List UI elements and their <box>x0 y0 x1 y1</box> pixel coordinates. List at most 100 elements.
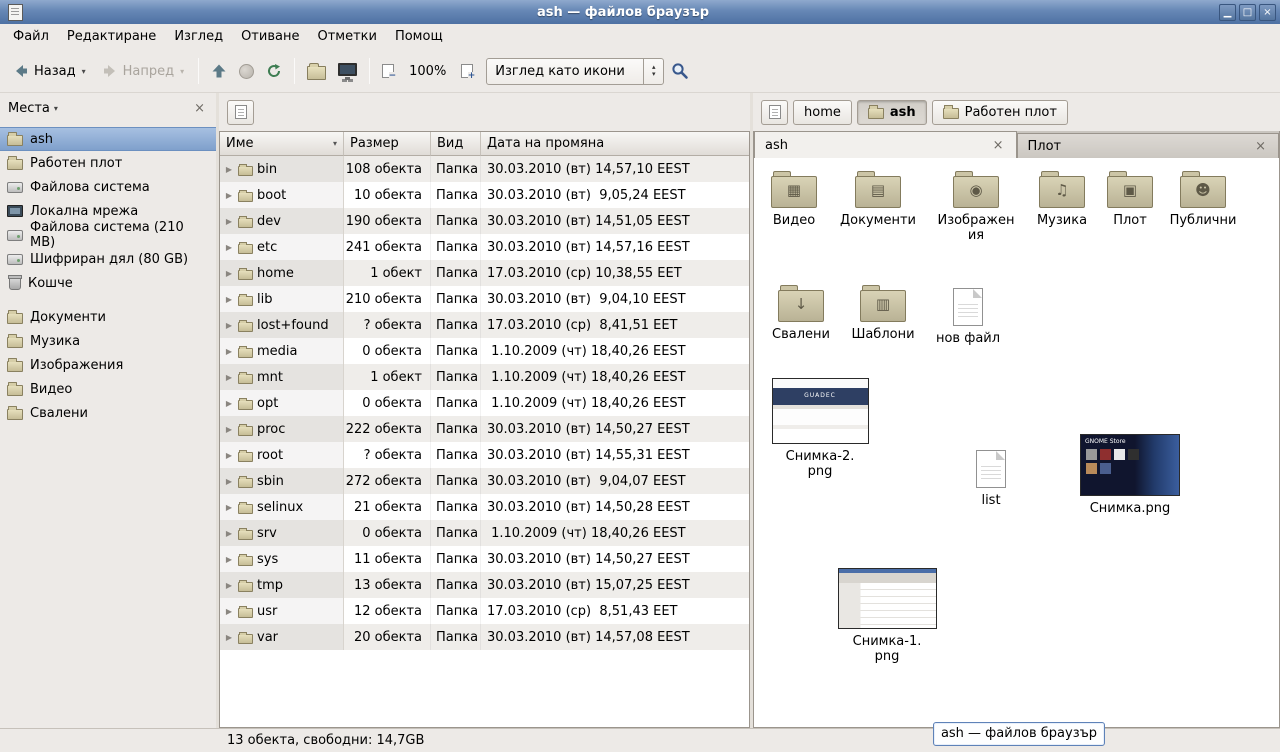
reload-button[interactable] <box>261 59 287 83</box>
tree-row[interactable]: ▶media0 обектаПапка 1.10.2009 (чт) 18,40… <box>220 338 749 364</box>
expander-icon[interactable]: ▶ <box>224 243 234 252</box>
tree-row[interactable]: ▶home1 обектПапка17.03.2010 (ср) 10,38,5… <box>220 260 749 286</box>
sidebar-item-trash[interactable]: Кошче <box>0 271 216 295</box>
expander-icon[interactable]: ▶ <box>224 295 234 304</box>
sidebar-item-documents[interactable]: Документи <box>0 305 216 329</box>
icon-snimka-png[interactable]: GNOME StoreСнимка.png <box>1075 434 1185 516</box>
tree-row[interactable]: ▶lost+found? обектаПапка17.03.2010 (ср) … <box>220 312 749 338</box>
icon-new-file[interactable]: нов файл <box>923 284 1013 346</box>
tab-close-button[interactable]: × <box>991 138 1006 153</box>
icon-documents[interactable]: ▤Документи <box>833 170 923 228</box>
icon-snimka-2-png[interactable]: GUADECСнимка-2.png <box>765 378 875 479</box>
computer-button[interactable] <box>333 59 362 83</box>
sidebar-item-encrypted-80[interactable]: Шифриран дял (80 GB) <box>0 247 216 271</box>
icon-downloads[interactable]: ↓Свалени <box>756 284 846 342</box>
location-toggle-button-left[interactable] <box>227 100 254 125</box>
icon-list[interactable]: list <box>946 446 1036 508</box>
view-mode-dropdown[interactable]: Изглед като икони ▴▾ <box>486 58 664 85</box>
sidebar-pane-selector[interactable]: Места ▾ <box>8 101 58 116</box>
menu-item-view[interactable]: Изглед <box>165 24 232 50</box>
icon-templates[interactable]: ▥Шаблони <box>838 284 928 342</box>
sidebar-item-pictures[interactable]: Изображения <box>0 353 216 377</box>
zoom-in-button[interactable]: + <box>456 60 478 82</box>
tree-row[interactable]: ▶sys11 обектаПапка30.03.2010 (вт) 14,50,… <box>220 546 749 572</box>
sidebar-item-desktop[interactable]: Работен плот <box>0 151 216 175</box>
icon-desktop[interactable]: ▣Плот <box>1095 170 1165 228</box>
expander-icon[interactable]: ▶ <box>224 399 234 408</box>
expander-icon[interactable]: ▶ <box>224 373 234 382</box>
sidebar-item-video[interactable]: Видео <box>0 377 216 401</box>
icon-snimka-1-png[interactable]: Снимка-1.png <box>832 568 942 664</box>
menu-item-file[interactable]: Файл <box>4 24 58 50</box>
tree-row[interactable]: ▶opt0 обектаПапка 1.10.2009 (чт) 18,40,2… <box>220 390 749 416</box>
stop-button[interactable] <box>234 60 259 83</box>
sidebar-item-downloads[interactable]: Свалени <box>0 401 216 425</box>
path-button-desktop[interactable]: Работен плот <box>932 100 1068 125</box>
menu-item-help[interactable]: Помощ <box>386 24 452 50</box>
expander-icon[interactable]: ▶ <box>224 451 234 460</box>
view-mode-stepper[interactable]: ▴▾ <box>643 59 663 84</box>
tree-row[interactable]: ▶lib210 обектаПапка30.03.2010 (вт) 9,04,… <box>220 286 749 312</box>
forward-dropdown-arrow[interactable]: ▾ <box>180 67 184 76</box>
tree-row[interactable]: ▶mnt1 обектПапка 1.10.2009 (чт) 18,40,26… <box>220 364 749 390</box>
expander-icon[interactable]: ▶ <box>224 529 234 538</box>
expander-icon[interactable]: ▶ <box>224 347 234 356</box>
expander-icon[interactable]: ▶ <box>224 633 234 642</box>
tree-row[interactable]: ▶proc222 обектаПапка30.03.2010 (вт) 14,5… <box>220 416 749 442</box>
tab-close-button[interactable]: × <box>1253 139 1268 154</box>
home-button[interactable] <box>302 58 331 84</box>
tree-row[interactable]: ▶bin108 обектаПапка30.03.2010 (вт) 14,57… <box>220 156 749 182</box>
tree-row[interactable]: ▶sbin272 обектаПапка30.03.2010 (вт) 9,04… <box>220 468 749 494</box>
column-header-size[interactable]: Размер <box>344 132 431 156</box>
tree-row[interactable]: ▶usr12 обектаПапка17.03.2010 (ср) 8,51,4… <box>220 598 749 624</box>
tab-ash[interactable]: ash× <box>754 131 1017 158</box>
tab-plot[interactable]: Плот× <box>1017 133 1280 158</box>
tree-row[interactable]: ▶dev190 обектаПапка30.03.2010 (вт) 14,51… <box>220 208 749 234</box>
tree-row[interactable]: ▶boot10 обектаПапка30.03.2010 (вт) 9,05,… <box>220 182 749 208</box>
tree-row[interactable]: ▶selinux21 обектаПапка30.03.2010 (вт) 14… <box>220 494 749 520</box>
sidebar-close-button[interactable]: × <box>191 101 208 116</box>
back-dropdown-arrow[interactable]: ▾ <box>82 67 86 76</box>
location-toggle-button-right[interactable] <box>761 100 788 125</box>
expander-icon[interactable]: ▶ <box>224 503 234 512</box>
expander-icon[interactable]: ▶ <box>224 321 234 330</box>
expander-icon[interactable]: ▶ <box>224 191 234 200</box>
sidebar-item-ash[interactable]: ash <box>0 127 216 151</box>
expander-icon[interactable]: ▶ <box>224 581 234 590</box>
path-button-home[interactable]: home <box>793 100 852 125</box>
search-button[interactable] <box>666 58 694 84</box>
expander-icon[interactable]: ▶ <box>224 269 234 278</box>
expander-icon[interactable]: ▶ <box>224 477 234 486</box>
tree-row[interactable]: ▶etc241 обектаПапка30.03.2010 (вт) 14,57… <box>220 234 749 260</box>
icon-video[interactable]: ▦Видео <box>753 170 839 228</box>
expander-icon[interactable]: ▶ <box>224 555 234 564</box>
taskbar-window-button[interactable]: ash — файлов браузър <box>933 722 1105 746</box>
column-header-date[interactable]: Дата на промяна <box>481 132 749 156</box>
icon-pictures[interactable]: ◉Изображения <box>928 170 1024 243</box>
forward-button[interactable]: Напред ▾ <box>95 58 192 84</box>
menu-item-edit[interactable]: Редактиране <box>58 24 165 50</box>
tree-row[interactable]: ▶var20 обектаПапка30.03.2010 (вт) 14,57,… <box>220 624 749 650</box>
expander-icon[interactable]: ▶ <box>224 425 234 434</box>
tree-row[interactable]: ▶tmp13 обектаПапка30.03.2010 (вт) 15,07,… <box>220 572 749 598</box>
column-header-name[interactable]: Име▾ <box>220 132 344 156</box>
icon-music[interactable]: ♫Музика <box>1017 170 1107 228</box>
expander-icon[interactable]: ▶ <box>224 165 234 174</box>
icon-public[interactable]: ☻Публични <box>1158 170 1248 228</box>
back-button[interactable]: Назад ▾ <box>6 58 93 84</box>
up-button[interactable] <box>206 59 232 83</box>
tree-row[interactable]: ▶srv0 обектаПапка 1.10.2009 (чт) 18,40,2… <box>220 520 749 546</box>
expander-icon[interactable]: ▶ <box>224 217 234 226</box>
path-button-ash[interactable]: ash <box>857 100 927 125</box>
maximize-button[interactable]: □ <box>1239 4 1256 21</box>
menu-item-bookmarks[interactable]: Отметки <box>308 24 385 50</box>
tree-row[interactable]: ▶root? обектаПапка30.03.2010 (вт) 14,55,… <box>220 442 749 468</box>
sidebar-item-filesystem[interactable]: Файлова система <box>0 175 216 199</box>
expander-icon[interactable]: ▶ <box>224 607 234 616</box>
close-button[interactable]: × <box>1259 4 1276 21</box>
column-header-type[interactable]: Вид <box>431 132 481 156</box>
minimize-button[interactable]: ▁ <box>1219 4 1236 21</box>
menu-item-go[interactable]: Отиване <box>232 24 308 50</box>
sidebar-item-music[interactable]: Музика <box>0 329 216 353</box>
zoom-out-button[interactable]: − <box>377 60 399 82</box>
